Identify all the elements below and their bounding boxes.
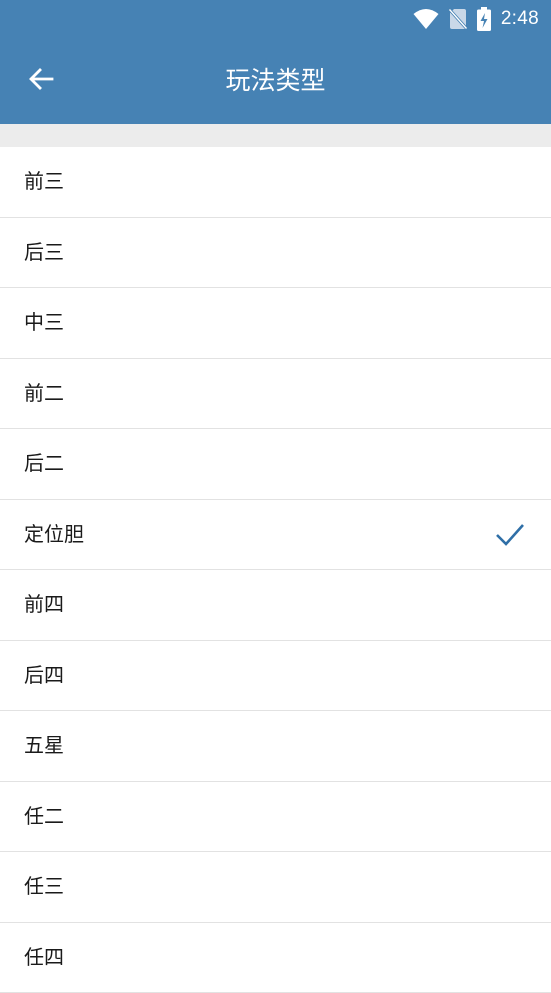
toolbar: 玩法类型	[0, 38, 551, 124]
list-item-label: 五星	[24, 711, 64, 781]
list-item-label: 前三	[24, 147, 64, 217]
list-item-label: 任四	[24, 923, 64, 993]
list-item[interactable]: 定位胆	[0, 500, 551, 571]
list-item-label: 后二	[24, 429, 64, 499]
section-spacer	[0, 124, 551, 147]
page-title: 玩法类型	[0, 62, 551, 100]
list-item[interactable]: 后三	[0, 218, 551, 289]
status-icons: 2:48	[413, 6, 539, 32]
play-type-list: 前三 后三 中三 前二 后二 定位胆 前四 后四 五星 任二 任三 任	[0, 147, 551, 993]
list-item[interactable]: 前二	[0, 359, 551, 430]
list-item-label: 中三	[24, 288, 64, 358]
list-item[interactable]: 前四	[0, 570, 551, 641]
list-item[interactable]: 后二	[0, 429, 551, 500]
list-item[interactable]: 任四	[0, 923, 551, 993]
status-time: 2:48	[501, 8, 539, 30]
list-item[interactable]: 任二	[0, 782, 551, 853]
checkmark-icon	[495, 522, 525, 548]
list-item-label: 任二	[24, 782, 64, 852]
list-item-label: 定位胆	[24, 500, 84, 570]
list-item[interactable]: 前三	[0, 147, 551, 218]
list-item[interactable]: 任三	[0, 852, 551, 923]
no-sim-icon	[449, 8, 467, 30]
list-item-label: 后四	[24, 641, 64, 711]
list-item-label: 前二	[24, 359, 64, 429]
list-item-label: 前四	[24, 570, 64, 640]
list-item[interactable]: 五星	[0, 711, 551, 782]
list-item-label: 任三	[24, 852, 64, 922]
list-item-label: 后三	[24, 218, 64, 288]
status-bar: 2:48	[0, 0, 551, 38]
wifi-icon	[413, 8, 439, 30]
list-item[interactable]: 中三	[0, 288, 551, 359]
battery-charging-icon	[477, 7, 491, 31]
list-item[interactable]: 后四	[0, 641, 551, 712]
